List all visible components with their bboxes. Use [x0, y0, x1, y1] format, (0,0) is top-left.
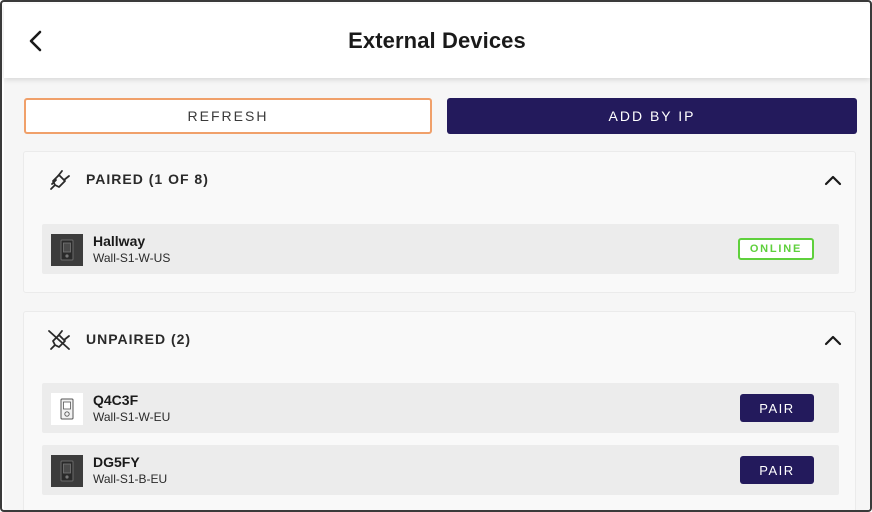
plug-off-icon [48, 330, 70, 350]
device-model: Wall-S1-W-EU [93, 410, 171, 424]
chevron-up-icon[interactable] [823, 330, 843, 350]
device-name: DG5FY [93, 454, 140, 470]
device-thumbnail [51, 393, 83, 425]
pair-button[interactable]: PAIR [740, 456, 814, 484]
unpaired-section-header[interactable]: UNPAIRED (2) [24, 312, 855, 368]
back-button[interactable] [22, 26, 50, 56]
chevron-up-icon[interactable] [823, 170, 843, 190]
status-badge: ONLINE [738, 238, 814, 260]
add-by-ip-button[interactable]: ADD BY IP [447, 98, 857, 134]
device-thumbnail [51, 455, 83, 487]
chevron-left-icon [29, 30, 42, 52]
device-name: Q4C3F [93, 392, 139, 408]
paired-section-title: PAIRED (1 OF 8) [86, 171, 209, 187]
device-row[interactable]: DG5FY Wall-S1-B-EU PAIR [42, 445, 839, 495]
device-thumbnail [51, 234, 83, 266]
device-row[interactable]: Hallway Wall-S1-W-US ONLINE [42, 224, 839, 274]
app-window: External Devices REFRESH ADD BY IP PAIRE… [0, 0, 872, 512]
wall-switch-icon [60, 460, 74, 482]
wall-switch-icon [60, 239, 74, 261]
paired-section: PAIRED (1 OF 8) Hallway Wall-S1-W-US ONL… [23, 151, 856, 293]
plug-icon [50, 170, 70, 190]
page-title: External Devices [348, 28, 526, 53]
top-bar: External Devices [4, 4, 870, 78]
device-name: Hallway [93, 233, 146, 249]
unpaired-section: UNPAIRED (2) Q4C3F Wall-S1-W-EU PAIR DG5… [23, 311, 856, 510]
device-row[interactable]: Q4C3F Wall-S1-W-EU PAIR [42, 383, 839, 433]
device-model: Wall-S1-W-US [93, 251, 171, 265]
refresh-button[interactable]: REFRESH [24, 98, 432, 134]
main-content: REFRESH ADD BY IP PAIRED (1 OF 8) Hallwa… [4, 78, 870, 510]
wall-switch-icon [60, 398, 74, 420]
paired-section-header[interactable]: PAIRED (1 OF 8) [24, 152, 855, 208]
unpaired-section-title: UNPAIRED (2) [86, 331, 192, 347]
device-model: Wall-S1-B-EU [93, 472, 168, 486]
pair-button[interactable]: PAIR [740, 394, 814, 422]
